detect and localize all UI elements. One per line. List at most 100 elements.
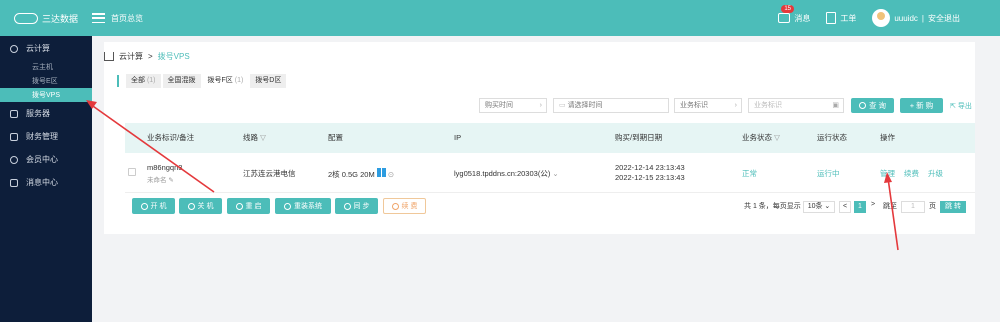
user-menu[interactable]: uuuidc | 安全退出: [872, 9, 960, 27]
messages-link[interactable]: 15 消息: [778, 5, 811, 24]
biz-id: m86ngqn3: [147, 163, 183, 172]
restart-button[interactable]: 重 启: [227, 198, 270, 214]
ip[interactable]: lyg0518.tpddns.cn:20303(公) ⌄: [454, 168, 559, 179]
server-icon: [10, 109, 18, 118]
col-ip: IP: [454, 133, 462, 142]
username: uuuidc: [894, 13, 918, 23]
breadcrumb-root[interactable]: 云计算: [119, 51, 143, 62]
messages-label: 消息: [794, 13, 811, 23]
top-bar: 三达数据 首页总览 15 消息 工单 uuuidc | 安全退出: [0, 0, 1000, 36]
power-icon: [140, 202, 148, 210]
table-row: m86ngqn3 未命名 ✎ 江苏连云港电信 2核 0.5G 20M ⊙ lyg…: [125, 153, 975, 193]
user-icon: [10, 155, 18, 164]
sidebar-sub-cloud-host[interactable]: 云主机: [0, 60, 92, 74]
page-unit: 页: [929, 203, 936, 210]
prev-page-button[interactable]: <: [839, 201, 851, 213]
power-off-button[interactable]: 关 机: [179, 198, 222, 214]
sync-button[interactable]: 同 步: [335, 198, 378, 214]
next-page-button[interactable]: >: [871, 201, 875, 213]
sidebar-item-server[interactable]: 服务器: [0, 102, 92, 125]
sidebar-item-label: 财务管理: [26, 132, 58, 141]
remark[interactable]: 未命名 ✎: [147, 174, 174, 184]
renew-link[interactable]: 续费: [904, 168, 919, 179]
avatar: [872, 9, 891, 27]
goto-page-input[interactable]: 1: [901, 201, 925, 213]
line: 江苏连云港电信: [243, 169, 296, 178]
sidebar-item-label: 服务器: [26, 109, 50, 118]
ticket-icon: [826, 12, 837, 24]
biz-status: 正常: [742, 169, 757, 178]
col-line[interactable]: 线路 ▽: [243, 123, 266, 153]
breadcrumb: 云计算 > 拨号VPS: [104, 50, 190, 62]
col-biz-status[interactable]: 业务状态 ▽: [742, 123, 780, 153]
sidebar-item-finance[interactable]: 财务管理: [0, 125, 92, 148]
upgrade-link[interactable]: 升级: [928, 168, 943, 179]
tab-marker: [117, 75, 119, 87]
overview-link[interactable]: 首页总览: [92, 13, 143, 24]
sidebar-item-member[interactable]: 会员中心: [0, 148, 92, 171]
renew-icon: [391, 202, 399, 210]
separator: |: [921, 13, 924, 23]
tab-dial-f[interactable]: 拨号F区 (1): [202, 74, 249, 88]
cloud-logo-icon: [13, 12, 38, 24]
more-icon[interactable]: ⊙: [388, 170, 394, 179]
windows-icon: [376, 168, 386, 177]
sync-icon: [343, 202, 351, 210]
tab-all[interactable]: 全部 (1): [126, 74, 161, 88]
tab-national-mix[interactable]: 全国混拨: [162, 74, 201, 88]
restart-icon: [235, 202, 243, 210]
power-off-icon: [187, 202, 195, 210]
messages-badge: 15: [781, 5, 795, 13]
purchase-time-select[interactable]: 购买时间 ›: [479, 98, 547, 113]
export-icon: ⇱: [950, 103, 956, 110]
new-purchase-button[interactable]: + 新 购: [900, 98, 943, 113]
sidebar-item-messages[interactable]: 消息中心: [0, 171, 92, 194]
sidebar-sub-dial-e[interactable]: 拨号E区: [0, 74, 92, 88]
export-link[interactable]: ⇱ 导出: [950, 101, 972, 111]
filter-icon: ▽: [774, 133, 780, 142]
col-ops: 操作: [880, 133, 895, 142]
current-page[interactable]: 1: [854, 201, 866, 213]
biz-id-select[interactable]: 业务标识 ›: [674, 98, 742, 113]
breadcrumb-current: 拨号VPS: [157, 51, 190, 61]
manage-link[interactable]: 管理: [880, 168, 895, 179]
run-status: 运行中: [817, 169, 840, 178]
renew-button[interactable]: 续 费: [383, 198, 426, 214]
expire-date: 2022-12-15 23:13:43: [615, 173, 685, 182]
chevron-down-icon: ⌄: [552, 169, 559, 178]
message-icon: 15: [778, 5, 795, 23]
sidebar: 云计算 云主机 拨号E区 拨号VPS 服务器 财务管理 会员中心 消息中心: [0, 36, 92, 322]
breadcrumb-sep: >: [148, 51, 153, 61]
pager-summary: 共 1 条，每页显示: [744, 203, 801, 210]
config: 2核 0.5G 20M ⊙: [328, 168, 395, 179]
sidebar-item-label: 消息中心: [26, 178, 58, 187]
tab-dial-d[interactable]: 拨号D区: [250, 74, 287, 88]
orders-label: 工单: [840, 13, 857, 23]
col-biz-id: 业务标识/备注: [147, 133, 195, 142]
biz-id-input[interactable]: 业务标识 ▣: [748, 98, 844, 113]
logo[interactable]: 三达数据: [0, 0, 92, 36]
power-on-button[interactable]: 开 机: [132, 198, 175, 214]
row-checkbox[interactable]: [128, 168, 136, 176]
purchase-date: 2022-12-14 23:13:43: [615, 163, 685, 172]
date-input[interactable]: ▭ 请选择时间: [553, 98, 669, 113]
jump-button[interactable]: 跳 转: [940, 201, 966, 213]
orders-link[interactable]: 工单: [826, 12, 856, 24]
edit-icon: ✎: [168, 177, 174, 184]
reinstall-button[interactable]: 重装系统: [275, 198, 331, 214]
cloud-icon: [10, 44, 18, 53]
finance-icon: [10, 132, 18, 141]
menu-icon: [92, 13, 105, 23]
filter-icon: ▽: [260, 133, 266, 142]
col-config: 配置: [328, 133, 343, 142]
sidebar-item-label: 云计算: [26, 44, 50, 53]
col-run-status: 运行状态: [817, 133, 847, 142]
logo-text: 三达数据: [41, 13, 78, 24]
search-button[interactable]: 查 询: [851, 98, 894, 113]
reinstall-icon: [284, 202, 291, 210]
per-page-select[interactable]: 10条 ⌄: [803, 201, 835, 213]
goto-label: 跳至: [883, 203, 897, 210]
logout-link[interactable]: 安全退出: [928, 13, 960, 24]
sidebar-item-cloud[interactable]: 云计算: [0, 37, 92, 60]
sidebar-sub-dial-vps[interactable]: 拨号VPS: [0, 88, 92, 102]
